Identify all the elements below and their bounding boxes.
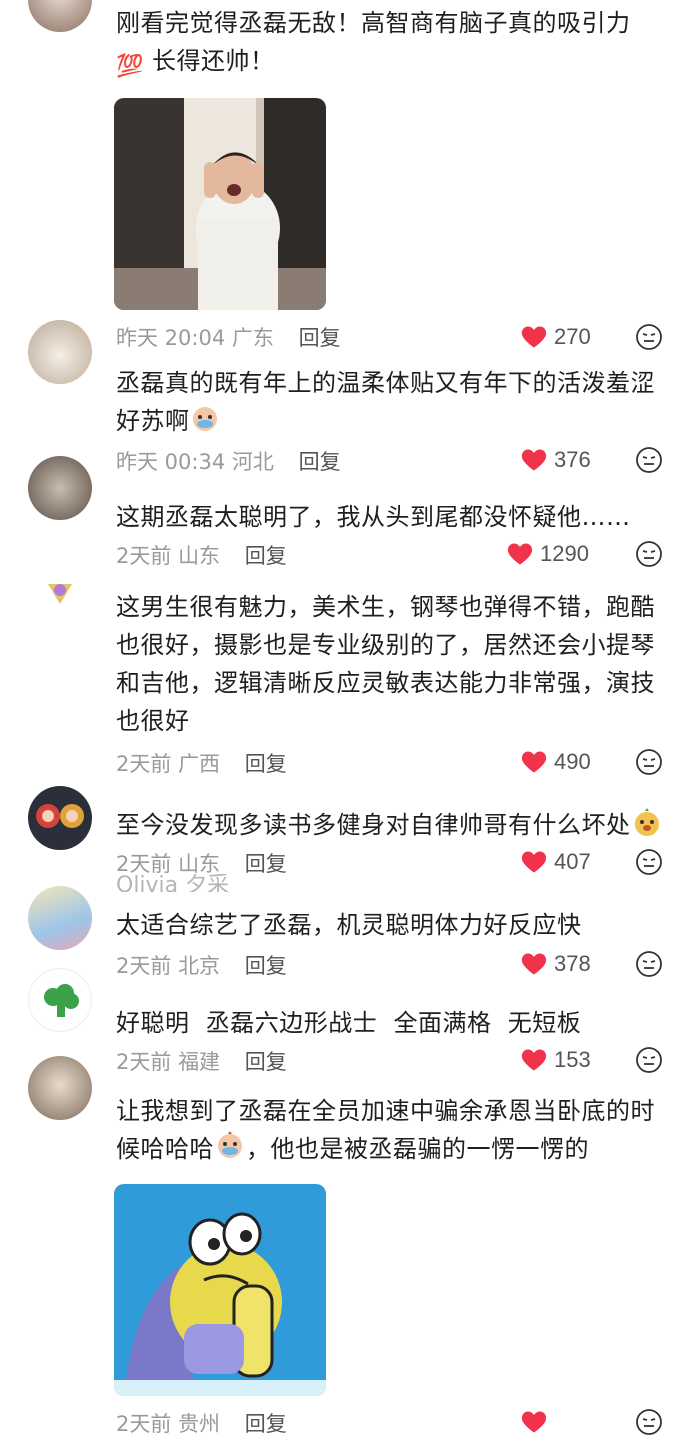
comment-text: 这期丞磊太聪明了，我从头到尾都没怀疑他…… — [116, 503, 631, 531]
comment-meta: 2天前 福建 回复 — [116, 1046, 287, 1076]
crying-laughing-emoji — [218, 1131, 242, 1158]
commenter-name[interactable]: Olivia 夕采 — [116, 874, 229, 892]
comment-date: 2天前 — [116, 954, 172, 978]
like-button[interactable]: 378 — [520, 950, 591, 978]
reply-button[interactable]: 回复 — [245, 852, 287, 876]
comment-meta: 2天前 贵州 回复 — [116, 1408, 287, 1438]
heart-icon — [521, 851, 547, 873]
comment-meta: 2天前 北京 回复 — [116, 950, 287, 980]
like-count: 1290 — [540, 541, 589, 566]
like-count: 270 — [554, 324, 591, 349]
avatar[interactable] — [28, 546, 92, 610]
comment-location: 福建 — [178, 1050, 221, 1074]
commenter-name-clipped — [116, 780, 123, 792]
like-count: 490 — [554, 749, 591, 774]
comment-location: 山东 — [178, 852, 221, 876]
comment-image[interactable] — [114, 1184, 326, 1396]
comment-location: 广东 — [231, 326, 274, 350]
like-button[interactable]: 407 — [520, 848, 591, 876]
comment-date: 2天前 — [116, 852, 172, 876]
comment-text: 丞磊真的既有年上的温柔体贴又有年下的活泼羞涩 好苏啊 — [116, 369, 655, 435]
dislike-face-icon[interactable] — [635, 950, 663, 978]
comment-meta: 2天前 广西 回复 — [116, 748, 287, 778]
avatar[interactable] — [28, 886, 92, 950]
comment-date: 2天前 — [116, 752, 172, 776]
reply-button[interactable]: 回复 — [245, 544, 287, 568]
puppy-emoji — [634, 808, 659, 836]
dislike-face-icon[interactable] — [635, 1046, 663, 1074]
comment-location: 贵州 — [178, 1412, 221, 1436]
heart-icon — [521, 449, 547, 471]
like-button[interactable]: 1290 — [506, 540, 589, 568]
comment-location: 北京 — [178, 954, 221, 978]
like-count: 376 — [554, 447, 591, 472]
comment-image[interactable] — [114, 98, 326, 310]
reply-button[interactable]: 回复 — [245, 1050, 287, 1074]
avatar[interactable] — [28, 0, 92, 32]
heart-icon — [521, 751, 547, 773]
comment-text: 这男生很有魅力，美术生，钢琴也弹得不错，跑酷 也很好，摄影也是专业级别的了，居然… — [116, 593, 655, 735]
comment-meta: 昨天 20:04 广东 回复 — [116, 322, 341, 352]
dislike-face-icon[interactable] — [635, 446, 663, 474]
avatar[interactable] — [28, 1056, 92, 1120]
comment-date: 昨天 20:04 — [116, 326, 226, 350]
like-count: 407 — [554, 849, 591, 874]
heart-icon — [521, 326, 547, 348]
dislike-face-icon[interactable] — [635, 848, 663, 876]
reply-button[interactable]: 回复 — [299, 450, 341, 474]
comment-meta: 昨天 00:34 河北 回复 — [116, 446, 341, 476]
dislike-face-icon[interactable] — [635, 323, 663, 351]
avatar[interactable] — [28, 968, 92, 1032]
dislike-face-icon[interactable] — [635, 748, 663, 776]
reply-button[interactable]: 回复 — [245, 752, 287, 776]
avatar[interactable] — [28, 320, 92, 384]
comment-text: 至今没发现多读书多健身对自律帅哥有什么坏处 — [116, 806, 666, 844]
comment-date: 昨天 00:34 — [116, 450, 226, 474]
avatar[interactable] — [28, 456, 92, 520]
heart-icon — [521, 1049, 547, 1071]
comment-text: 刚看完觉得丞磊无敌！高智商有脑子真的吸引力 💯 长得还帅！ — [116, 4, 666, 86]
reply-button[interactable]: 回复 — [299, 326, 341, 350]
like-count: 153 — [554, 1047, 591, 1072]
crying-face-emoji — [192, 407, 217, 431]
comment-date: 2天前 — [116, 544, 172, 568]
like-button[interactable]: 153 — [520, 1046, 591, 1074]
heart-icon — [521, 953, 547, 975]
comment-text: 好聪明 丞磊六边形战士 全面满格 无短板 — [116, 1009, 582, 1037]
heart-icon — [521, 1411, 547, 1433]
reply-button[interactable]: 回复 — [245, 954, 287, 978]
heart-icon — [507, 543, 533, 565]
comment-date: 2天前 — [116, 1050, 172, 1074]
like-button[interactable]: 490 — [520, 748, 591, 776]
dislike-face-icon[interactable] — [635, 1408, 663, 1436]
comment-location: 广西 — [178, 752, 221, 776]
avatar[interactable] — [28, 786, 92, 850]
like-button[interactable]: 376 — [520, 446, 591, 474]
comment-date: 2天前 — [116, 1412, 172, 1436]
like-button[interactable] — [520, 1408, 554, 1436]
comment-location: 山东 — [178, 544, 221, 568]
comment-location: 河北 — [231, 450, 274, 474]
comment-text: 太适合综艺了丞磊，机灵聪明体力好反应快 — [116, 911, 582, 939]
like-button[interactable]: 270 — [520, 323, 591, 351]
dislike-face-icon[interactable] — [635, 540, 663, 568]
reply-button[interactable]: 回复 — [245, 1412, 287, 1436]
comment-text: 让我想到了丞磊在全员加速中骗余承恩当卧底的时 候哈哈哈 ，他也是被丞磊骗的一愣一愣… — [116, 1097, 655, 1163]
like-count: 378 — [554, 951, 591, 976]
hundred-points-emoji: 💯 — [116, 54, 144, 79]
comment-meta: 2天前 山东 回复 — [116, 540, 287, 570]
commenter-name-clipped — [116, 978, 123, 988]
